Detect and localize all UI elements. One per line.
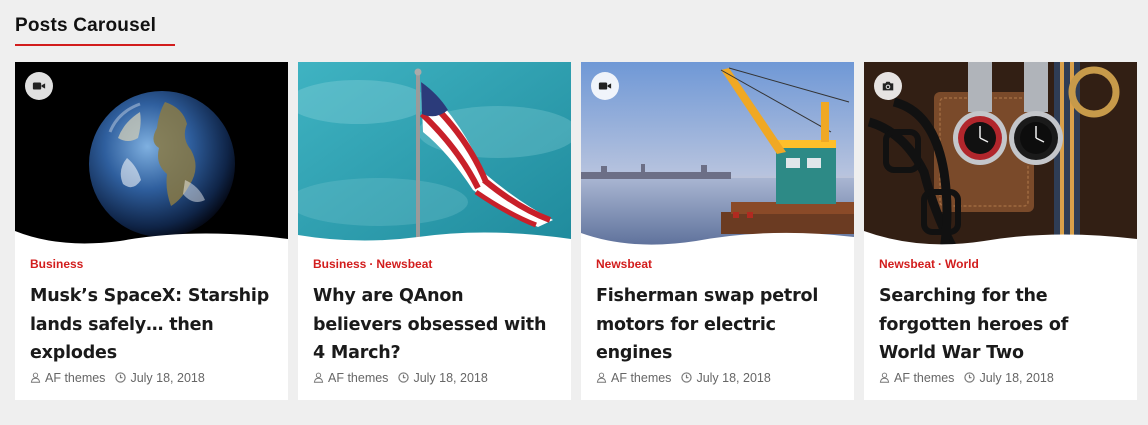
- post-author[interactable]: AF themes: [596, 370, 671, 386]
- post-author[interactable]: AF themes: [30, 370, 105, 386]
- post-categories: Newsbeat · World: [879, 256, 1122, 272]
- gallery-format-badge: [874, 72, 902, 100]
- post-card[interactable]: Business · Newsbeat Why are QAnon believer…: [298, 62, 571, 400]
- post-title[interactable]: Fisherman swap petrol motors for electri…: [596, 282, 839, 368]
- post-categories: Business · Newsbeat: [313, 256, 556, 272]
- title-underline: [15, 44, 175, 46]
- wave-divider: [581, 232, 854, 250]
- post-title[interactable]: Why are QAnon believers obsessed with 4 …: [313, 282, 556, 368]
- wave-divider: [15, 231, 288, 250]
- post-author[interactable]: AF themes: [313, 370, 388, 386]
- clock-icon: [964, 372, 976, 383]
- post-date[interactable]: July 18, 2018: [398, 370, 488, 386]
- wave-divider: [298, 232, 571, 250]
- category-separator: ·: [938, 257, 943, 271]
- post-title[interactable]: Searching for the forgotten heroes of Wo…: [879, 282, 1122, 368]
- video-format-badge: [25, 72, 53, 100]
- author-name: AF themes: [328, 370, 389, 385]
- author-name: AF themes: [45, 370, 106, 385]
- video-icon: [598, 82, 612, 90]
- clock-icon: [115, 372, 127, 383]
- post-date[interactable]: July 18, 2018: [964, 370, 1054, 386]
- date-text: July 18, 2018: [696, 370, 771, 385]
- date-text: July 18, 2018: [979, 370, 1054, 385]
- posts-carousel[interactable]: Business Musk’s SpaceX: Starship lands s…: [15, 62, 1148, 422]
- post-date[interactable]: July 18, 2018: [681, 370, 771, 386]
- camera-icon: [882, 81, 894, 91]
- video-format-badge: [591, 72, 619, 100]
- date-text: July 18, 2018: [413, 370, 488, 385]
- video-icon: [32, 82, 46, 90]
- post-thumbnail[interactable]: [298, 62, 571, 250]
- clock-icon: [398, 372, 410, 383]
- post-card[interactable]: Newsbeat · World Searching for the forgott…: [864, 62, 1137, 400]
- user-icon: [596, 372, 607, 383]
- author-name: AF themes: [894, 370, 955, 385]
- section-title: Posts Carousel: [15, 15, 157, 36]
- post-title[interactable]: Musk’s SpaceX: Starship lands safely… th…: [30, 282, 273, 368]
- post-card[interactable]: Business Musk’s SpaceX: Starship lands s…: [15, 62, 288, 400]
- category-link[interactable]: World: [945, 257, 979, 271]
- category-separator: ·: [369, 257, 374, 271]
- section-header: Posts Carousel: [15, 14, 175, 46]
- category-link[interactable]: Business: [313, 257, 366, 271]
- user-icon: [313, 372, 324, 383]
- post-meta: AF themes July 18, 2018: [879, 370, 1122, 386]
- user-icon: [30, 372, 41, 383]
- post-thumbnail[interactable]: [581, 62, 854, 250]
- post-categories: Business: [30, 256, 273, 272]
- clock-icon: [681, 372, 693, 383]
- post-author[interactable]: AF themes: [879, 370, 954, 386]
- post-thumbnail[interactable]: [864, 62, 1137, 250]
- post-date[interactable]: July 18, 2018: [115, 370, 205, 386]
- post-thumbnail[interactable]: [15, 62, 288, 250]
- post-categories: Newsbeat: [596, 256, 839, 272]
- post-meta: AF themes July 18, 2018: [596, 370, 839, 386]
- user-icon: [879, 372, 890, 383]
- category-link[interactable]: Business: [30, 257, 83, 271]
- author-name: AF themes: [611, 370, 672, 385]
- category-link[interactable]: Newsbeat: [596, 257, 652, 271]
- date-text: July 18, 2018: [130, 370, 205, 385]
- post-meta: AF themes July 18, 2018: [313, 370, 556, 386]
- category-link[interactable]: Newsbeat: [376, 257, 432, 271]
- post-meta: AF themes July 18, 2018: [30, 370, 273, 386]
- post-card[interactable]: Newsbeat Fisherman swap petrol motors fo…: [581, 62, 854, 400]
- category-link[interactable]: Newsbeat: [879, 257, 935, 271]
- wave-divider: [864, 231, 1137, 250]
